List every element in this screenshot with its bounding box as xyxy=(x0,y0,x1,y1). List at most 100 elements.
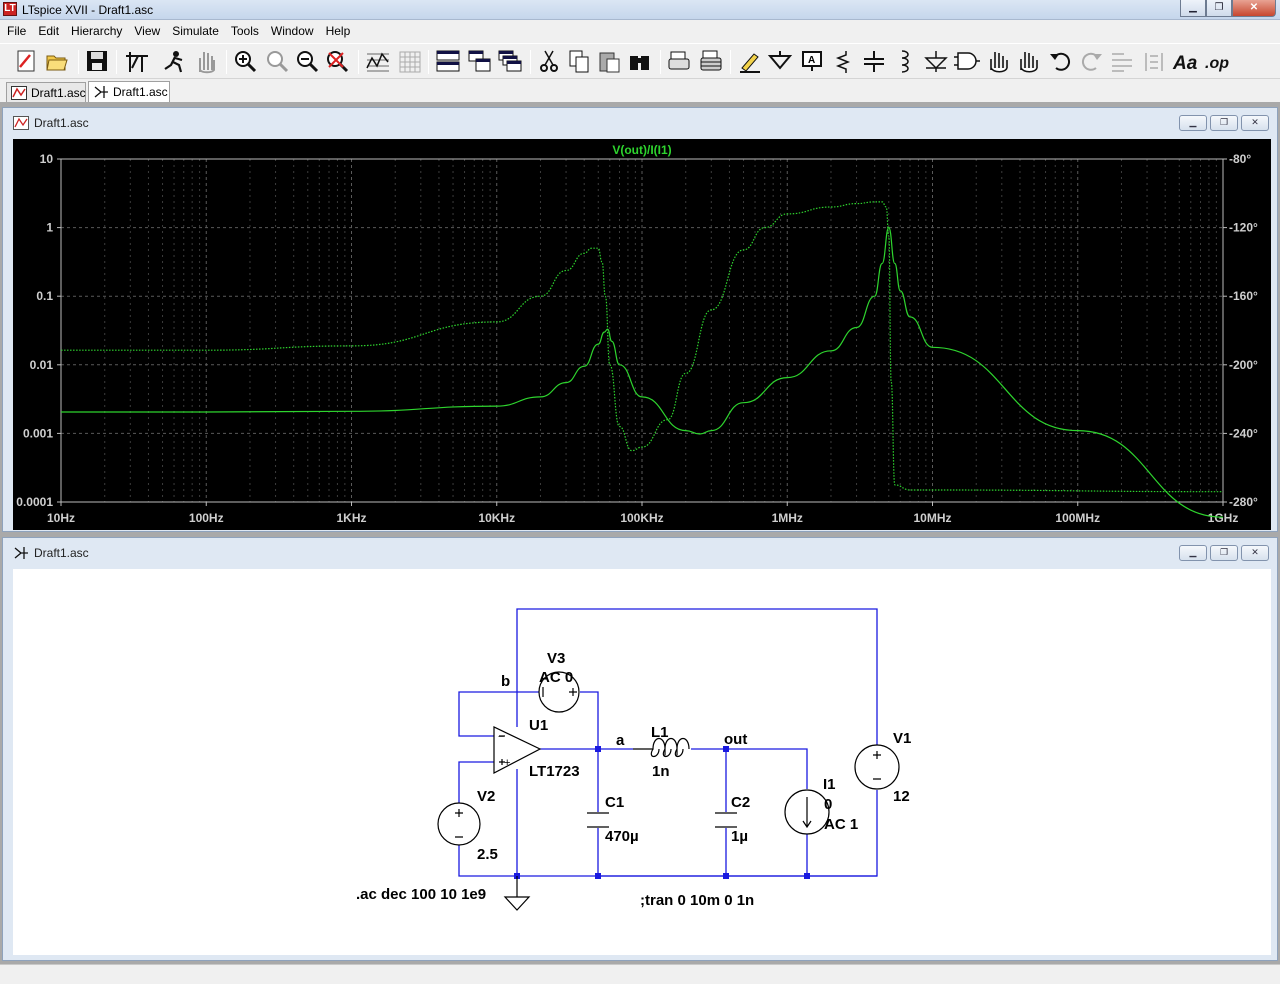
tab-schematic-draft1[interactable]: Draft1.asc xyxy=(88,81,170,102)
schematic-drawing[interactable]: V3 AC 0 U1 LT1723 L1 1n C1 470µ C2 1µ I1… xyxy=(13,569,1271,955)
inductor-l1[interactable] xyxy=(633,737,690,758)
cut-icon[interactable] xyxy=(540,50,558,72)
halt-hand-icon[interactable] xyxy=(199,52,215,74)
ac-directive[interactable]: .ac dec 100 10 1e9 xyxy=(356,886,486,903)
child-maximize-button[interactable]: ❐ xyxy=(1210,545,1238,561)
component-icon[interactable] xyxy=(954,52,980,70)
ltspice-app-icon[interactable]: LT xyxy=(3,2,17,16)
v1-ref-label[interactable]: V1 xyxy=(893,730,911,747)
plot-pane[interactable]: 10Hz 100Hz 1KHz 10KHz 100KHz 1MHz 10MHz 100MHz 1… xyxy=(13,139,1271,530)
c1-value-label[interactable]: 470µ xyxy=(605,828,639,845)
text-icon[interactable]: Aa xyxy=(1172,53,1198,74)
resistor-icon[interactable] xyxy=(835,51,851,73)
inductor-icon[interactable] xyxy=(901,50,909,73)
v2-value-label[interactable]: 2.5 xyxy=(477,846,498,863)
u1-ref-label[interactable]: U1 xyxy=(529,717,548,734)
zoom-fit-icon[interactable] xyxy=(327,51,349,73)
find-binoculars-icon[interactable] xyxy=(630,56,649,70)
title-bar[interactable]: LT LTspice XVII - Draft1.asc ▁ ❐ ✕ xyxy=(0,0,1280,20)
control-panel-icon[interactable] xyxy=(126,52,148,72)
v2-ref-label[interactable]: V2 xyxy=(477,788,495,805)
wire[interactable] xyxy=(458,691,517,737)
tile-vertical-icon[interactable] xyxy=(468,50,491,72)
zoom-in-icon[interactable] xyxy=(235,51,257,73)
label-net-icon[interactable]: A xyxy=(802,51,822,71)
ground-symbol[interactable] xyxy=(503,876,531,911)
source-v2[interactable] xyxy=(437,802,481,846)
rotate-icon[interactable] xyxy=(1112,53,1132,72)
i1-value-label[interactable]: 0 xyxy=(824,796,832,813)
ac-analysis-plot[interactable]: 10Hz 100Hz 1KHz 10KHz 100KHz 1MHz 10MHz 100MHz 1… xyxy=(13,139,1271,530)
mirror-icon[interactable] xyxy=(1145,53,1163,71)
redo-icon[interactable] xyxy=(1081,52,1102,71)
autorange-icon[interactable] xyxy=(366,52,389,72)
capacitor-c2[interactable] xyxy=(715,812,737,828)
waveform-window[interactable]: Draft1.asc ▁ ❐ ✕ 10Hz 100Hz 1KHz 10KHz 100KH… xyxy=(2,107,1278,532)
wire[interactable] xyxy=(580,691,599,748)
minimize-button[interactable]: ▁ xyxy=(1180,0,1206,17)
v3-value-label[interactable]: AC 0 xyxy=(539,669,573,686)
u1-value-label[interactable]: LT1723 xyxy=(529,763,580,780)
maximize-button[interactable]: ❐ xyxy=(1206,0,1232,17)
menu-edit[interactable]: Edit xyxy=(31,21,64,42)
menu-file[interactable]: File xyxy=(0,21,31,42)
drag-hand-icon[interactable] xyxy=(1020,52,1038,73)
child-close-button[interactable]: ✕ xyxy=(1241,115,1269,131)
i1-ac-label[interactable]: AC 1 xyxy=(824,816,858,833)
child-minimize-button[interactable]: ▁ xyxy=(1179,115,1207,131)
child-maximize-button[interactable]: ❐ xyxy=(1210,115,1238,131)
junction-node[interactable] xyxy=(595,746,601,752)
schematic-canvas[interactable]: V3 AC 0 U1 LT1723 L1 1n C1 470µ C2 1µ I1… xyxy=(13,569,1271,955)
current-source-i1[interactable] xyxy=(784,789,830,835)
ground-icon[interactable] xyxy=(767,51,793,70)
v3-ref-label[interactable]: V3 xyxy=(547,650,565,667)
diode-icon[interactable] xyxy=(924,51,948,72)
close-button[interactable]: ✕ xyxy=(1232,0,1276,17)
l1-value-label[interactable]: 1n xyxy=(652,763,670,780)
menu-tools[interactable]: Tools xyxy=(224,21,264,42)
net-label-out[interactable]: out xyxy=(724,731,747,748)
menu-help[interactable]: Help xyxy=(319,21,356,42)
draw-wire-pencil-icon[interactable] xyxy=(740,53,760,73)
trace-title[interactable]: V(out)/I(I1) xyxy=(612,143,671,157)
spice-directive-icon[interactable]: .op xyxy=(1205,55,1229,72)
menu-view[interactable]: View xyxy=(127,21,165,42)
wire[interactable] xyxy=(691,748,808,789)
junction-node[interactable] xyxy=(595,873,601,879)
net-label-a[interactable]: a xyxy=(616,732,625,749)
tab-waveform-draft1[interactable]: Draft1.asc xyxy=(6,82,86,102)
print-icon[interactable] xyxy=(668,51,690,70)
schematic-window[interactable]: Draft1.asc ▁ ❐ ✕ V3 AC 0 U1 LT1723 L1 1n… xyxy=(2,537,1278,961)
zoom-pan-icon[interactable] xyxy=(267,51,289,73)
waveform-window-titlebar[interactable]: Draft1.asc ▁ ❐ ✕ xyxy=(3,108,1277,135)
l1-ref-label[interactable]: L1 xyxy=(651,724,669,741)
junction-node[interactable] xyxy=(804,873,810,879)
menu-simulate[interactable]: Simulate xyxy=(165,21,224,42)
menu-hierarchy[interactable]: Hierarchy xyxy=(64,21,127,42)
c1-ref-label[interactable]: C1 xyxy=(605,794,624,811)
source-v1[interactable] xyxy=(854,744,900,790)
child-close-button[interactable]: ✕ xyxy=(1241,545,1269,561)
junction-node[interactable] xyxy=(723,873,729,879)
undo-icon[interactable] xyxy=(1050,52,1071,71)
save-icon[interactable] xyxy=(87,51,107,71)
child-minimize-button[interactable]: ▁ xyxy=(1179,545,1207,561)
cascade-icon[interactable] xyxy=(498,50,522,72)
paste-icon[interactable] xyxy=(599,52,620,73)
new-schematic-icon[interactable] xyxy=(17,50,35,72)
menu-window[interactable]: Window xyxy=(264,21,319,42)
tile-horizontal-icon[interactable] xyxy=(436,50,460,72)
zoom-out-icon[interactable] xyxy=(297,51,319,73)
schematic-window-titlebar[interactable]: Draft1.asc ▁ ❐ ✕ xyxy=(3,538,1277,565)
v1-value-label[interactable]: 12 xyxy=(893,788,910,805)
run-icon[interactable] xyxy=(164,51,183,73)
copy-icon[interactable] xyxy=(569,50,589,73)
c2-value-label[interactable]: 1µ xyxy=(731,828,748,845)
move-hand-icon[interactable] xyxy=(990,52,1008,73)
c2-ref-label[interactable]: C2 xyxy=(731,794,750,811)
open-folder-icon[interactable] xyxy=(46,55,68,71)
net-label-b[interactable]: b xyxy=(501,673,510,690)
tran-directive[interactable]: ;tran 0 10m 0 1n xyxy=(640,892,754,909)
grid-icon[interactable] xyxy=(399,51,421,73)
i1-ref-label[interactable]: I1 xyxy=(823,776,836,793)
